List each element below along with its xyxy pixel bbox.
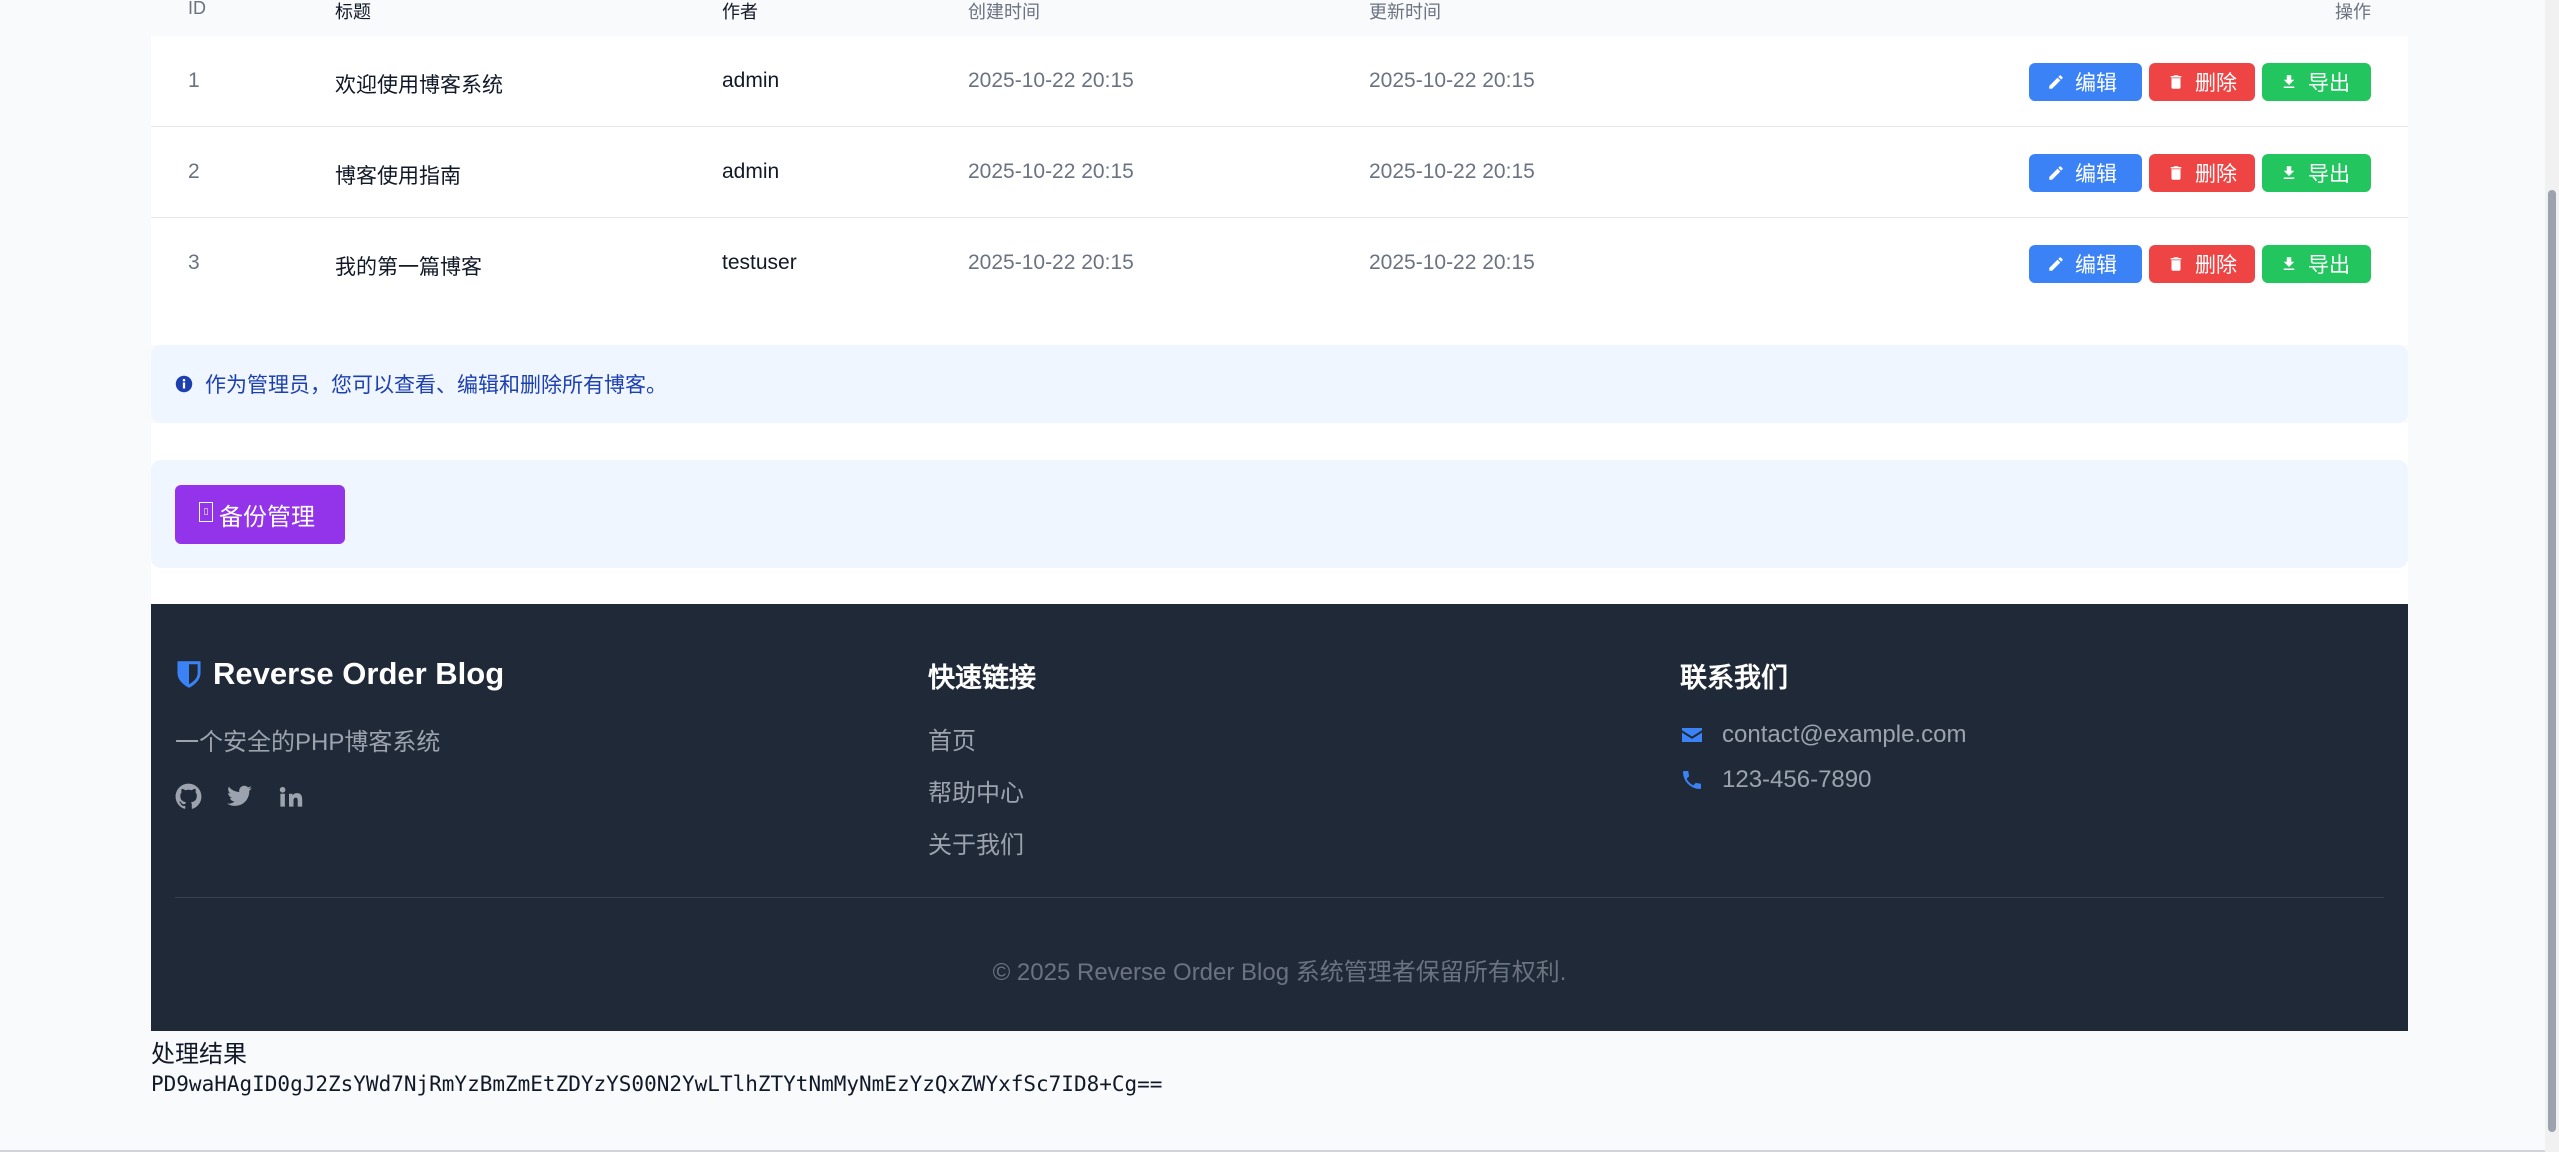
header-created: 创建时间 [968,2,1040,22]
edit-label: 编辑 [2075,254,2117,277]
contact-email: contact@example.com [1680,721,1966,749]
phone-icon [1683,771,1701,789]
footer-divider [175,897,2384,898]
download-icon [2283,166,2295,179]
email-text: contact@example.com [1722,721,1967,748]
envelope-icon [1682,728,1702,742]
delete-label: 删除 [2195,72,2237,95]
row-id: 1 [188,69,200,92]
admin-info-alert: 作为管理员，您可以查看、编辑和删除所有博客。 [151,345,2408,423]
linkedin-icon[interactable] [277,783,304,810]
row-id: 2 [188,160,200,183]
export-label: 导出 [2308,163,2350,186]
download-icon [2283,75,2295,88]
phone-text: 123-456-7890 [1722,766,1872,793]
export-label: 导出 [2308,254,2350,277]
row-updated: 2025-10-22 20:15 [1369,251,1535,274]
row-created: 2025-10-22 20:15 [968,69,1134,92]
vertical-scrollbar[interactable] [2545,0,2559,1152]
footer-contact: 联系我们 contact@example.com 123-456-7890 [1680,656,1966,811]
blog-table: ID 标题 作者 创建时间 更新时间 操作 1 欢迎使用博客系统 admin 2… [151,0,2408,345]
quick-links-list: 首页 帮助中心 关于我们 [928,721,1036,860]
header-title: 标题 [335,2,371,22]
github-icon[interactable] [175,783,202,810]
shield-icon [177,661,201,688]
row-id: 3 [188,251,200,274]
row-title: 博客使用指南 [335,165,461,188]
header-actions: 操作 [2335,2,2371,22]
trash-icon [2170,166,2182,180]
delete-label: 删除 [2195,254,2237,277]
row-updated: 2025-10-22 20:15 [1369,160,1535,183]
edit-button[interactable]: 编辑 [2029,154,2142,192]
row-actions: 编辑 删除 导出 [2029,154,2371,192]
row-title: 欢迎使用博客系统 [335,74,503,97]
backup-label: 备份管理 [219,504,315,531]
footer-brand-column: Reverse Order Blog 一个安全的PHP博客系统 [175,656,504,810]
table-header: ID 标题 作者 创建时间 更新时间 操作 [151,0,2408,36]
row-created: 2025-10-22 20:15 [968,251,1134,274]
result-data: PD9waHAgID0gJ2ZsYWd7NjRmYzBmZmEtZDYzYS00… [151,1072,1163,1096]
row-created: 2025-10-22 20:15 [968,160,1134,183]
edit-label: 编辑 [2075,72,2117,95]
main-container: ID 标题 作者 创建时间 更新时间 操作 1 欢迎使用博客系统 admin 2… [151,0,2408,1031]
download-icon [2283,257,2295,270]
contact-title: 联系我们 [1680,663,1788,693]
pencil-icon [2049,75,2063,89]
trash-icon [2170,257,2182,271]
delete-button[interactable]: 删除 [2149,245,2255,283]
footer-link-help[interactable]: 帮助中心 [928,773,1036,808]
table-row: 3 我的第一篇博客 testuser 2025-10-22 20:15 2025… [151,218,2408,309]
result-title: 处理结果 [151,1041,247,1068]
export-button[interactable]: 导出 [2262,154,2371,192]
footer-brand: Reverse Order Blog [175,656,504,692]
contact-phone: 123-456-7890 [1680,766,1966,794]
row-title: 我的第一篇博客 [335,256,482,279]
export-button[interactable]: 导出 [2262,245,2371,283]
footer-link-about[interactable]: 关于我们 [928,825,1036,860]
table-row: 1 欢迎使用博客系统 admin 2025-10-22 20:15 2025-1… [151,36,2408,127]
footer-quick-links: 快速链接 首页 帮助中心 关于我们 [928,656,1036,877]
edit-button[interactable]: 编辑 [2029,63,2142,101]
social-links [175,783,504,810]
broken-glyph-icon: ▯ [199,501,213,522]
table-row: 2 博客使用指南 admin 2025-10-22 20:15 2025-10-… [151,127,2408,218]
row-actions: 编辑 删除 导出 [2029,63,2371,101]
header-id: ID [188,0,206,18]
footer-tagline: 一个安全的PHP博客系统 [175,729,441,756]
edit-label: 编辑 [2075,163,2117,186]
header-updated: 更新时间 [1369,2,1441,22]
trash-icon [2170,75,2182,89]
brand-name: Reverse Order Blog [213,656,505,691]
row-actions: 编辑 删除 导出 [2029,245,2371,283]
row-author: testuser [722,251,797,274]
twitter-icon[interactable] [226,783,253,810]
info-text: 作为管理员，您可以查看、编辑和删除所有博客。 [205,374,667,397]
quick-links-title: 快速链接 [928,663,1036,693]
export-button[interactable]: 导出 [2262,63,2371,101]
pencil-icon [2049,257,2063,271]
footer-copyright: © 2025 Reverse Order Blog 系统管理者保留所有权利. [992,959,1567,986]
delete-button[interactable]: 删除 [2149,154,2255,192]
info-circle-icon [175,375,193,393]
site-footer: Reverse Order Blog 一个安全的PHP博客系统 快速链接 首页 … [151,604,2408,1031]
contact-list: contact@example.com 123-456-7890 [1680,721,1966,794]
backup-panel: ▯ 备份管理 [151,460,2408,568]
row-updated: 2025-10-22 20:15 [1369,69,1535,92]
export-label: 导出 [2308,72,2350,95]
row-author: admin [722,160,780,183]
footer-link-home[interactable]: 首页 [928,721,1036,756]
row-author: admin [722,69,780,92]
scrollbar-thumb[interactable] [2548,190,2556,1132]
edit-button[interactable]: 编辑 [2029,245,2142,283]
delete-label: 删除 [2195,163,2237,186]
backup-management-button[interactable]: ▯ 备份管理 [175,485,345,544]
pencil-icon [2049,166,2063,180]
delete-button[interactable]: 删除 [2149,63,2255,101]
header-author: 作者 [722,2,758,22]
